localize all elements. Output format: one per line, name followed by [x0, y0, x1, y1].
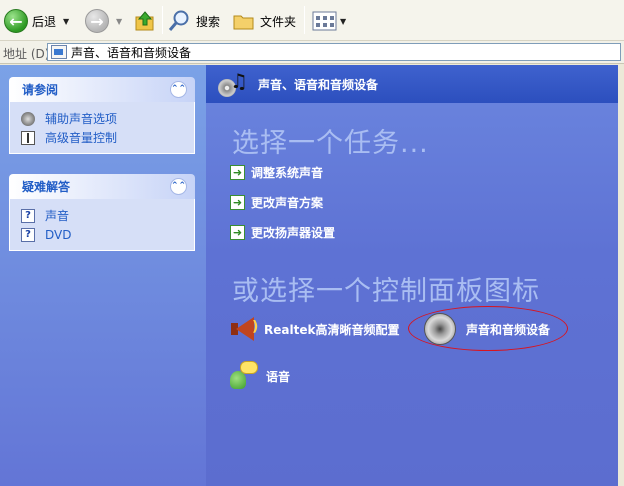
- category-view: ♫ 声音、语音和音频设备 选择一个任务... ➜ 调整系统声音 ➜ 更改声音方案…: [206, 65, 624, 486]
- troubleshoot-title: 疑难解答: [22, 180, 71, 194]
- folders-button[interactable]: 文件夹: [232, 6, 296, 36]
- toolbar-separator: [304, 6, 305, 34]
- up-folder-button[interactable]: [133, 6, 157, 36]
- link-label: 高级音量控制: [45, 131, 118, 145]
- folders-label: 文件夹: [260, 14, 297, 29]
- see-also-list: 辅助声音选项 高级音量控制: [9, 102, 195, 154]
- speech-icon: [228, 361, 258, 391]
- control-panel-icon: [51, 45, 67, 59]
- search-button[interactable]: 搜索: [168, 6, 220, 36]
- toolbar-separator: [162, 6, 163, 34]
- back-label: 后退: [32, 14, 57, 29]
- cp-item-speech[interactable]: 语音: [228, 361, 290, 391]
- volume-slider-icon: [21, 130, 35, 145]
- troubleshoot-list: ? 声音 ? DVD: [9, 199, 195, 251]
- back-button[interactable]: ← 后退 ▼: [4, 6, 69, 36]
- see-also-title: 请参阅: [22, 83, 59, 97]
- pick-icon-heading: 或选择一个控制面板图标: [232, 276, 540, 307]
- task-change-speaker-settings[interactable]: ➜ 更改扬声器设置: [230, 222, 335, 242]
- pick-task-heading: 选择一个任务...: [232, 128, 429, 159]
- forward-button[interactable]: → ▼: [85, 6, 122, 36]
- address-bar: 地址 (D) 声音、语音和音频设备: [0, 41, 624, 64]
- see-also-panel: 请参阅 ⌃⌃ 辅助声音选项 高级音量控制: [9, 77, 195, 154]
- folder-icon: [233, 15, 254, 30]
- link-label: 辅助声音选项: [45, 112, 118, 126]
- category-header: ♫ 声音、语音和音频设备: [206, 65, 618, 103]
- address-value: 声音、语音和音频设备: [71, 45, 192, 60]
- green-arrow-icon: ➜: [230, 194, 245, 210]
- troubleshoot-panel: 疑难解答 ⌃⌃ ? 声音 ? DVD: [9, 174, 195, 251]
- window-edge: [618, 65, 624, 486]
- views-button[interactable]: ▼: [312, 6, 346, 36]
- category-title: 声音、语音和音频设备: [258, 77, 379, 92]
- views-grid-icon: [312, 11, 337, 31]
- troubleshoot-item-dvd[interactable]: ? DVD: [21, 225, 184, 244]
- explorer-window: ← 后退 ▼ → ▼ 搜索 文件夹 ▼ 地址 (D) 声音、语音和音频设备 请参…: [0, 0, 624, 486]
- search-icon: [168, 10, 189, 31]
- address-field[interactable]: 声音、语音和音频设备: [47, 43, 621, 61]
- address-label: 地址 (D): [3, 47, 50, 61]
- help-icon: ?: [21, 208, 35, 223]
- link-label: 声音: [45, 209, 70, 223]
- task-adjust-system-sound[interactable]: ➜ 调整系统声音: [230, 162, 323, 182]
- task-label: 更改扬声器设置: [251, 225, 336, 240]
- help-icon: ?: [21, 227, 35, 242]
- up-folder-icon: [135, 11, 154, 31]
- troubleshoot-header[interactable]: 疑难解答 ⌃⌃: [9, 174, 195, 199]
- task-label: 调整系统声音: [251, 165, 324, 180]
- speaker-icon: [21, 111, 35, 126]
- forward-arrow-icon: →: [85, 9, 109, 33]
- green-arrow-icon: ➜: [230, 164, 245, 180]
- chevron-down-icon[interactable]: ▼: [116, 17, 122, 26]
- collapse-icon[interactable]: ⌃⌃: [170, 178, 187, 195]
- search-label: 搜索: [196, 14, 221, 29]
- task-change-sound-scheme[interactable]: ➜ 更改声音方案: [230, 192, 323, 212]
- cp-item-label: Realtek高清晰音频配置: [264, 322, 400, 337]
- task-pane: 请参阅 ⌃⌃ 辅助声音选项 高级音量控制 疑难解答 ⌃⌃ ? 声音 ? DVD: [0, 65, 206, 486]
- troubleshoot-item-sound[interactable]: ? 声音: [21, 206, 184, 225]
- chevron-down-icon[interactable]: ▼: [63, 17, 69, 26]
- toolbar: ← 后退 ▼ → ▼ 搜索 文件夹 ▼: [0, 0, 624, 41]
- highlight-circle: [408, 306, 568, 351]
- see-also-item-advanced-volume[interactable]: 高级音量控制: [21, 128, 184, 147]
- see-also-item-accessibility-sounds[interactable]: 辅助声音选项: [21, 109, 184, 128]
- link-label: DVD: [45, 227, 72, 242]
- chevron-down-icon[interactable]: ▼: [340, 17, 346, 26]
- sound-category-icon: ♫: [218, 69, 248, 97]
- task-label: 更改声音方案: [251, 195, 324, 210]
- back-arrow-icon: ←: [4, 9, 28, 33]
- see-also-header[interactable]: 请参阅 ⌃⌃: [9, 77, 195, 102]
- cp-item-realtek[interactable]: ) Realtek高清晰音频配置: [228, 314, 399, 344]
- realtek-audio-icon: ): [228, 314, 258, 344]
- green-arrow-icon: ➜: [230, 224, 245, 240]
- collapse-icon[interactable]: ⌃⌃: [170, 81, 187, 98]
- cp-item-label: 语音: [266, 369, 291, 384]
